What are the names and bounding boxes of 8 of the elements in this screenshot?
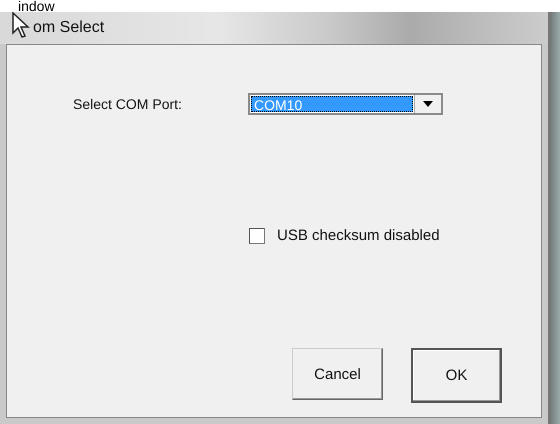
checkbox-label: USB checksum disabled <box>277 227 440 244</box>
checkbox[interactable] <box>249 228 265 244</box>
ok-button[interactable]: OK <box>411 348 502 403</box>
cancel-button[interactable]: Cancel <box>292 348 383 400</box>
port-label: Select COM Port: <box>73 96 183 112</box>
window-title: om Select <box>33 19 104 37</box>
background-text: indow <box>17 0 56 12</box>
dropdown-caret-icon <box>423 101 433 107</box>
